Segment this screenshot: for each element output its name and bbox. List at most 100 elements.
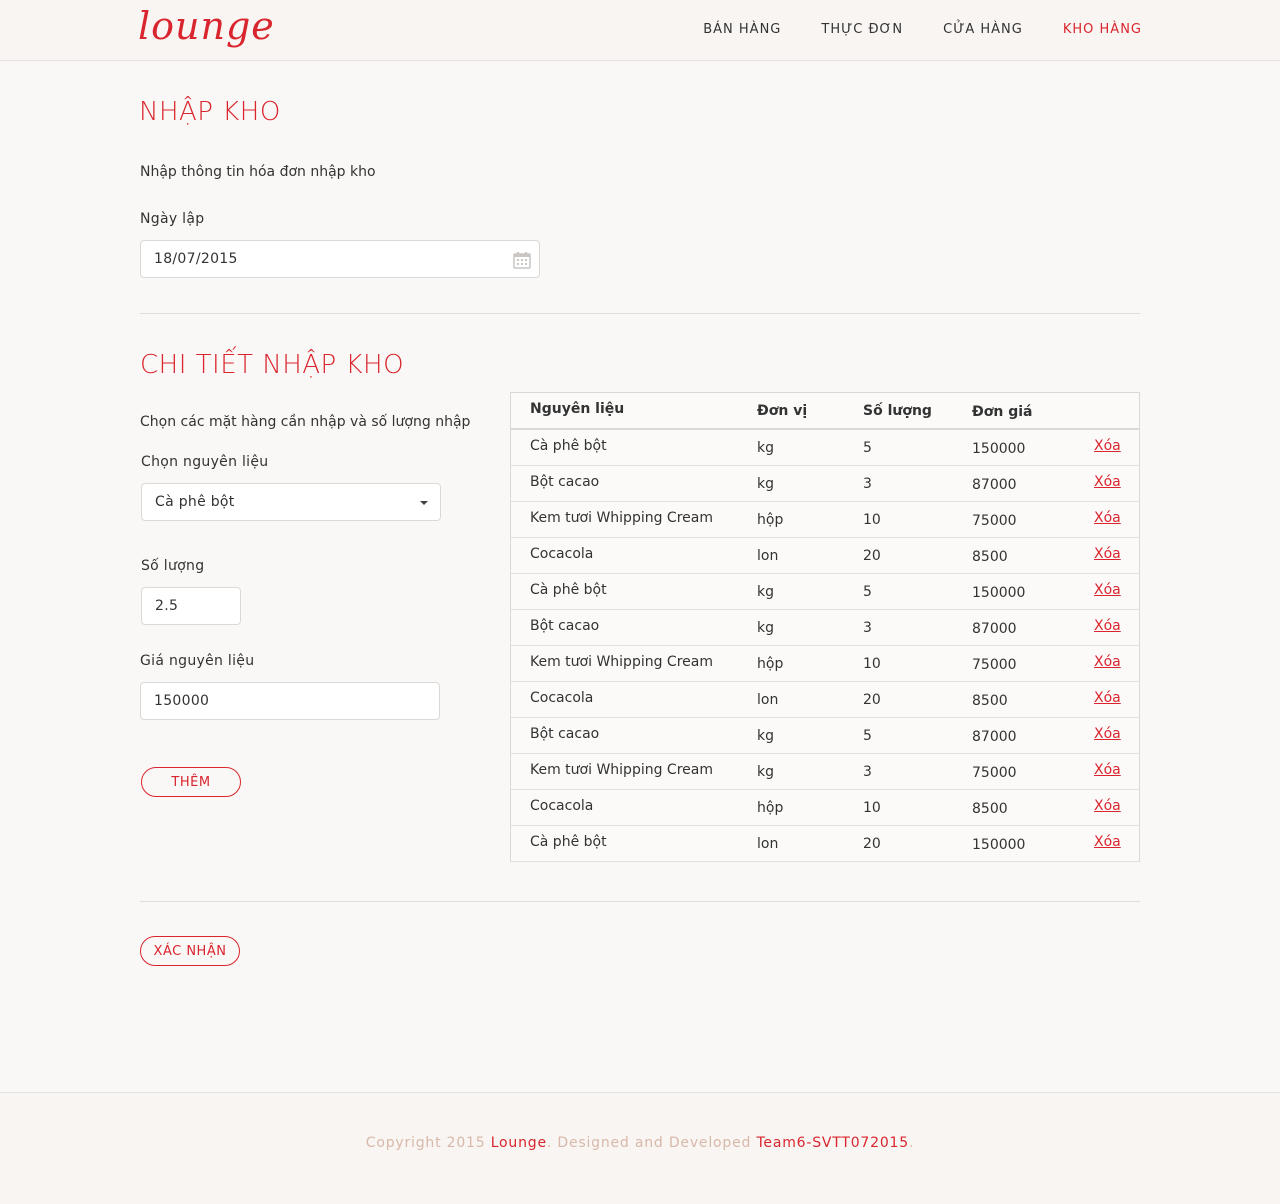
header-quantity: Số lượng xyxy=(863,403,932,419)
table-row: Bột cacao kg 5 87000 Xóa xyxy=(511,718,1139,754)
quantity-input[interactable]: 2.5 xyxy=(141,587,241,625)
table-row: Cà phê bột lon 20 150000 Xóa xyxy=(511,826,1139,862)
cell-ingredient: Kem tươi Whipping Cream xyxy=(530,762,713,778)
cell-price: 8500 xyxy=(972,693,1008,709)
footer-team-link[interactable]: Team6-SVTT072015 xyxy=(756,1135,909,1151)
ingredient-selected-value: Cà phê bột xyxy=(155,494,235,510)
cell-price: 150000 xyxy=(972,837,1026,853)
table-row: Kem tươi Whipping Cream hộp 10 75000 Xóa xyxy=(511,646,1139,682)
cell-quantity: 5 xyxy=(863,584,872,600)
calendar-icon[interactable] xyxy=(513,251,531,269)
footer-brand-link[interactable]: Lounge xyxy=(491,1135,547,1151)
table-row: Bột cacao kg 3 87000 Xóa xyxy=(511,610,1139,646)
delete-link[interactable]: Xóa xyxy=(1094,644,1121,680)
confirm-button[interactable]: XÁC NHẬN xyxy=(140,936,240,966)
cell-unit: lon xyxy=(757,836,779,852)
nav-thuc-don[interactable]: THỰC ĐƠN xyxy=(821,22,903,37)
cell-quantity: 3 xyxy=(863,764,872,780)
ingredient-select[interactable]: Cà phê bột xyxy=(141,483,441,521)
cell-ingredient: Cà phê bột xyxy=(530,582,607,598)
nav-kho-hang[interactable]: KHO HÀNG xyxy=(1063,22,1142,37)
header-price: Đơn giá xyxy=(972,404,1033,420)
delete-link[interactable]: Xóa xyxy=(1094,752,1121,788)
delete-link[interactable]: Xóa xyxy=(1094,464,1121,500)
cell-price: 87000 xyxy=(972,621,1017,637)
cell-unit: kg xyxy=(757,728,774,744)
table-row: Bột cacao kg 3 87000 Xóa xyxy=(511,466,1139,502)
copyright-middle: . Designed and Developed xyxy=(546,1135,757,1151)
cell-unit: lon xyxy=(757,692,779,708)
quantity-value: 2.5 xyxy=(155,598,179,614)
add-button[interactable]: THÊM xyxy=(141,767,241,797)
cell-quantity: 3 xyxy=(863,620,872,636)
cell-price: 150000 xyxy=(972,441,1026,457)
copyright-prefix: Copyright 2015 xyxy=(365,1135,491,1151)
table-row: Cocacola lon 20 8500 Xóa xyxy=(511,682,1139,718)
delete-link[interactable]: Xóa xyxy=(1094,428,1121,464)
price-label: Giá nguyên liệu xyxy=(140,653,255,669)
table-row: Kem tươi Whipping Cream kg 3 75000 Xóa xyxy=(511,754,1139,790)
section-divider xyxy=(140,313,1140,314)
header-unit: Đơn vị xyxy=(757,403,808,419)
delete-link[interactable]: Xóa xyxy=(1094,536,1121,572)
cell-ingredient: Bột cacao xyxy=(530,618,600,634)
quantity-label: Số lượng xyxy=(141,558,205,574)
cell-ingredient: Cocacola xyxy=(530,690,594,706)
cell-quantity: 20 xyxy=(863,692,881,708)
delete-link[interactable]: Xóa xyxy=(1094,572,1121,608)
cell-quantity: 5 xyxy=(863,728,872,744)
cell-quantity: 20 xyxy=(863,548,881,564)
cell-unit: hộp xyxy=(757,800,784,816)
nav-cua-hang[interactable]: CỬA HÀNG xyxy=(943,22,1023,37)
table-row: Kem tươi Whipping Cream hộp 10 75000 Xóa xyxy=(511,502,1139,538)
nav-ban-hang[interactable]: BÁN HÀNG xyxy=(703,22,781,37)
table-row: Cocacola lon 20 8500 Xóa xyxy=(511,538,1139,574)
cell-quantity: 10 xyxy=(863,800,881,816)
date-value: 18/07/2015 xyxy=(154,251,238,267)
cell-price: 75000 xyxy=(972,657,1017,673)
cell-price: 87000 xyxy=(972,477,1017,493)
cell-quantity: 10 xyxy=(863,656,881,672)
cell-unit: kg xyxy=(757,620,774,636)
copyright-text: Copyright 2015 Lounge. Designed and Deve… xyxy=(0,1135,1280,1151)
delete-link[interactable]: Xóa xyxy=(1094,500,1121,536)
cell-quantity: 20 xyxy=(863,836,881,852)
delete-link[interactable]: Xóa xyxy=(1094,716,1121,752)
cell-price: 87000 xyxy=(972,729,1017,745)
delete-link[interactable]: Xóa xyxy=(1094,788,1121,824)
cell-price: 8500 xyxy=(972,549,1008,565)
cell-unit: kg xyxy=(757,440,774,456)
header-ingredient: Nguyên liệu xyxy=(530,401,625,417)
cell-ingredient: Cocacola xyxy=(530,546,594,562)
price-input[interactable]: 150000 xyxy=(140,682,440,720)
date-label: Ngày lập xyxy=(140,211,205,227)
cell-unit: lon xyxy=(757,548,779,564)
page-title: NHẬP KHO xyxy=(139,97,281,127)
cell-ingredient: Cà phê bột xyxy=(530,834,607,850)
footer: Copyright 2015 Lounge. Designed and Deve… xyxy=(0,1092,1280,1204)
table-row: Cocacola hộp 10 8500 Xóa xyxy=(511,790,1139,826)
brand-logo[interactable]: lounge xyxy=(138,4,275,48)
delete-link[interactable]: Xóa xyxy=(1094,680,1121,716)
chevron-down-icon xyxy=(420,501,428,505)
date-field[interactable]: 18/07/2015 xyxy=(140,240,540,278)
import-detail-table: Nguyên liệu Đơn vị Số lượng Đơn giá Cà p… xyxy=(510,392,1140,862)
cell-ingredient: Cocacola xyxy=(530,798,594,814)
table-row: Cà phê bột kg 5 150000 Xóa xyxy=(511,574,1139,610)
cell-ingredient: Kem tươi Whipping Cream xyxy=(530,654,713,670)
delete-link[interactable]: Xóa xyxy=(1094,824,1121,860)
delete-link[interactable]: Xóa xyxy=(1094,608,1121,644)
top-navbar: lounge BÁN HÀNG THỰC ĐƠN CỬA HÀNG KHO HÀ… xyxy=(0,0,1280,61)
section-description: Nhập thông tin hóa đơn nhập kho xyxy=(140,164,376,180)
cell-ingredient: Bột cacao xyxy=(530,474,600,490)
cell-ingredient: Bột cacao xyxy=(530,726,600,742)
cell-unit: hộp xyxy=(757,656,784,672)
cell-ingredient: Cà phê bột xyxy=(530,438,607,454)
cell-ingredient: Kem tươi Whipping Cream xyxy=(530,510,713,526)
table-header-row: Nguyên liệu Đơn vị Số lượng Đơn giá xyxy=(511,393,1139,430)
cell-quantity: 5 xyxy=(863,440,872,456)
section-divider xyxy=(140,901,1140,902)
table-row: Cà phê bột kg 5 150000 Xóa xyxy=(511,430,1139,466)
cell-unit: hộp xyxy=(757,512,784,528)
cell-price: 75000 xyxy=(972,513,1017,529)
